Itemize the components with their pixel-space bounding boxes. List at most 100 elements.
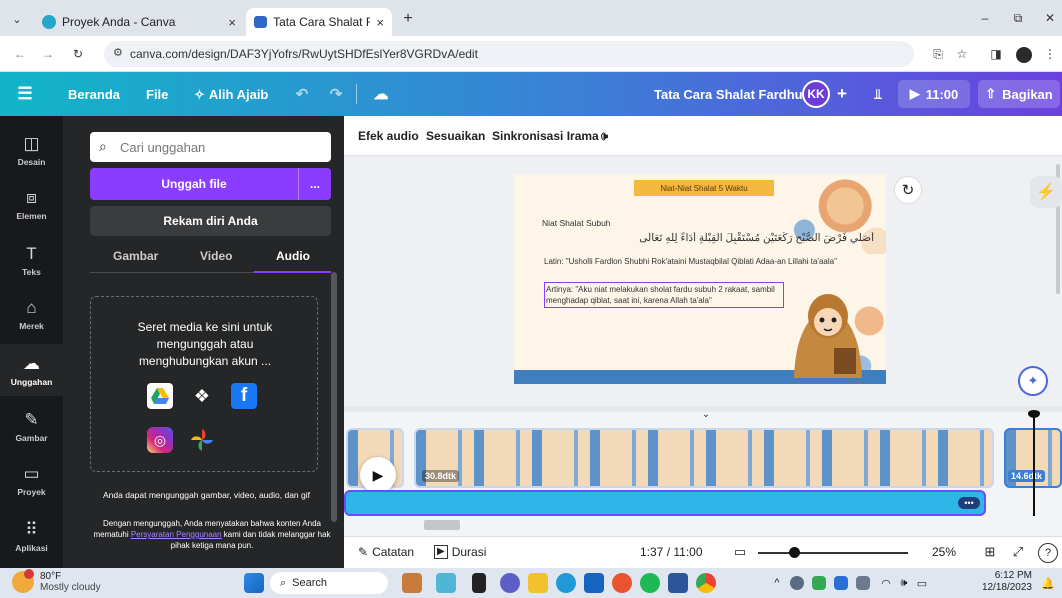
- new-tab-icon[interactable]: +: [398, 10, 418, 28]
- zoom-level[interactable]: 25%: [932, 545, 956, 559]
- browser-menu-icon[interactable]: ⋮: [1040, 44, 1060, 64]
- slide-canvas[interactable]: Niat-Niat Shalat 5 Waktu Niat Shalat Sub…: [514, 174, 886, 384]
- regenerate-icon[interactable]: ↻: [894, 176, 922, 204]
- collapse-timeline-chevron-icon[interactable]: ⌄: [696, 408, 716, 420]
- clock[interactable]: 6:12 PM 12/18/2023: [974, 570, 1032, 594]
- user-avatar[interactable]: KK: [802, 80, 830, 108]
- horizontal-scrollbar[interactable]: [424, 520, 460, 530]
- terms-link[interactable]: Persyaratan Penggunaan: [131, 530, 222, 539]
- slide-meaning-text[interactable]: Artinya: "Aku niat melakukan sholat fard…: [544, 282, 784, 308]
- wifi-icon[interactable]: ◠: [878, 574, 894, 592]
- google-drive-icon[interactable]: [147, 383, 173, 409]
- volume-icon[interactable]: 🕩: [594, 126, 614, 146]
- share-button[interactable]: ⇧ Bagikan: [978, 80, 1060, 108]
- tray-chevron-icon[interactable]: ^: [770, 574, 784, 592]
- duration-button[interactable]: ▶ Durasi: [434, 545, 486, 559]
- record-yourself-button[interactable]: Rekam diri Anda: [90, 206, 331, 236]
- browser-tab-proyek[interactable]: Proyek Anda - Canva ×: [34, 8, 244, 36]
- reload-icon[interactable]: ↻: [68, 44, 88, 64]
- tray-app-icon[interactable]: [856, 576, 870, 590]
- undo-icon[interactable]: ↶: [292, 83, 312, 105]
- playhead[interactable]: [1033, 412, 1035, 516]
- home-button[interactable]: Beranda: [68, 87, 120, 102]
- google-photos-icon[interactable]: [189, 427, 215, 453]
- add-collaborator-icon[interactable]: +: [832, 83, 852, 105]
- rail-item-brand[interactable]: ⌂ Merek: [0, 288, 63, 340]
- magic-flash-icon[interactable]: ⚡: [1030, 176, 1062, 208]
- volume-icon[interactable]: 🕪: [896, 574, 912, 592]
- edge-browser-icon[interactable]: [556, 573, 576, 593]
- notes-button[interactable]: ✎ Catatan: [358, 545, 414, 559]
- zoom-slider-thumb[interactable]: [789, 547, 800, 558]
- more-options-icon[interactable]: ...: [299, 168, 331, 200]
- audio-track[interactable]: •••: [344, 490, 986, 516]
- audio-effects-button[interactable]: Efek audio: [358, 129, 419, 143]
- search-input[interactable]: ⌕ Cari unggahan: [90, 132, 331, 162]
- dropbox-icon[interactable]: ❖: [189, 383, 215, 409]
- upload-file-button[interactable]: Unggah file ...: [90, 168, 331, 200]
- task-view-icon[interactable]: [472, 573, 486, 593]
- tray-app-icon[interactable]: [812, 576, 826, 590]
- tab-list-chevron-icon[interactable]: ⌄: [8, 10, 26, 28]
- minimize-icon[interactable]: –: [975, 8, 995, 28]
- forward-icon[interactable]: →: [38, 44, 58, 64]
- close-tab-icon[interactable]: ×: [228, 15, 236, 30]
- teams-chat-icon[interactable]: [500, 573, 520, 593]
- weather-widget[interactable]: 80°F Mostly cloudy: [12, 569, 101, 593]
- word-app-icon[interactable]: [668, 573, 688, 593]
- site-settings-icon[interactable]: ⚙: [113, 46, 123, 59]
- copilot-app-icon[interactable]: [436, 573, 456, 593]
- bookmark-star-icon[interactable]: ☆: [952, 44, 972, 64]
- chrome-app-icon[interactable]: [696, 573, 716, 593]
- sidepanel-icon[interactable]: ◨: [986, 44, 1006, 64]
- instagram-icon[interactable]: ◎: [147, 427, 173, 453]
- close-tab-icon[interactable]: ×: [376, 15, 384, 30]
- beat-sync-button[interactable]: Sinkronisasi Irama: [492, 129, 599, 143]
- tray-app-icon[interactable]: [834, 576, 848, 590]
- rail-item-uploads[interactable]: ☁ Unggahan: [0, 344, 63, 396]
- widgets-app-icon[interactable]: [402, 573, 422, 593]
- rail-item-projects[interactable]: ▭ Proyek: [0, 454, 63, 506]
- file-menu-button[interactable]: File: [146, 87, 168, 102]
- adjust-button[interactable]: Sesuaikan: [426, 129, 485, 143]
- url-input[interactable]: ⚙ canva.com/design/DAF3YjYofrs/RwUytSHDf…: [104, 41, 914, 67]
- rail-item-text[interactable]: T Teks: [0, 234, 63, 286]
- rail-item-elements[interactable]: ⧈ Elemen: [0, 178, 63, 230]
- panel-scrollbar[interactable]: [331, 272, 337, 522]
- browser-tab-video[interactable]: Tata Cara Shalat Fardhu - Video ×: [246, 8, 392, 36]
- upload-drop-zone[interactable]: Seret media ke sini untuk mengunggah ata…: [90, 296, 318, 472]
- back-icon[interactable]: ←: [10, 44, 30, 64]
- spotify-app-icon[interactable]: [640, 573, 660, 593]
- save-status-cloud-icon[interactable]: ☁: [370, 83, 392, 105]
- fullscreen-icon[interactable]: ⤢: [1008, 543, 1028, 561]
- play-button[interactable]: ▶ 11:00: [898, 80, 970, 108]
- tab-videos[interactable]: Video: [200, 249, 232, 269]
- tray-app-icon[interactable]: [790, 576, 804, 590]
- timeline-play-button[interactable]: ▶: [360, 457, 396, 493]
- rail-item-draw[interactable]: ✎ Gambar: [0, 400, 63, 452]
- firefox-app-icon[interactable]: [612, 573, 632, 593]
- notification-bell-icon[interactable]: 🔔: [1040, 574, 1056, 592]
- close-window-icon[interactable]: ✕: [1040, 8, 1060, 28]
- battery-icon[interactable]: ▭: [914, 574, 930, 592]
- facebook-icon[interactable]: f: [231, 383, 257, 409]
- magic-assistant-icon[interactable]: ✦: [1018, 366, 1048, 396]
- page-view-icon[interactable]: ▭: [730, 543, 750, 561]
- audio-track-more-icon[interactable]: •••: [958, 497, 980, 509]
- store-app-icon[interactable]: [584, 573, 604, 593]
- timeline-clip[interactable]: 30.8dtk: [414, 428, 994, 488]
- help-icon[interactable]: ?: [1038, 543, 1058, 563]
- translate-icon[interactable]: ⎘: [928, 44, 948, 64]
- redo-icon[interactable]: ↷: [326, 83, 346, 105]
- rail-item-design[interactable]: ◫ Desain: [0, 124, 63, 176]
- rail-item-apps[interactable]: ⠿ Aplikasi: [0, 510, 63, 562]
- grid-view-icon[interactable]: ⊞: [980, 543, 1000, 561]
- windows-start-icon[interactable]: [244, 573, 264, 593]
- file-explorer-icon[interactable]: [528, 573, 548, 593]
- restore-icon[interactable]: ⧉: [1008, 8, 1028, 28]
- magic-switch-button[interactable]: ✧ Alih Ajaib: [194, 87, 268, 103]
- insights-chart-icon[interactable]: ⫫: [866, 83, 890, 105]
- zoom-slider-track[interactable]: [758, 552, 908, 554]
- hamburger-menu-icon[interactable]: ☰: [14, 83, 36, 105]
- taskbar-search[interactable]: ⌕ Search: [270, 572, 388, 594]
